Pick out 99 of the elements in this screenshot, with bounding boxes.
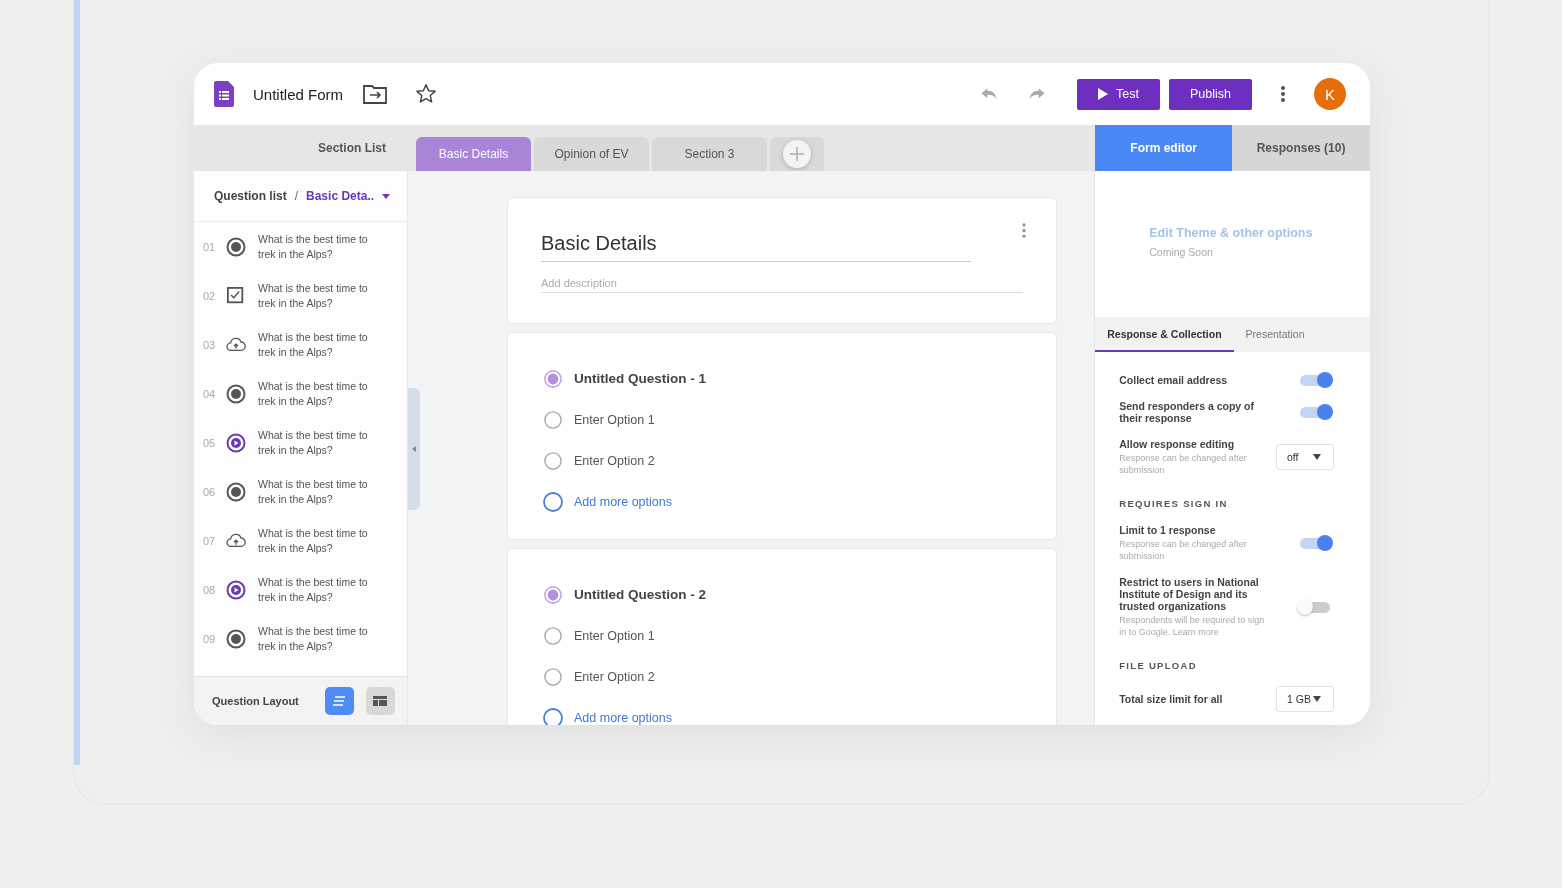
toggle-switch[interactable] (1300, 601, 1330, 613)
question-text: What is the best time to trek in the Alps? (258, 525, 369, 556)
list-layout-button[interactable] (324, 687, 354, 715)
test-button[interactable]: Test (1077, 78, 1160, 110)
publish-button[interactable]: Publish (1169, 78, 1252, 110)
radio-icon (543, 369, 563, 388)
add-options-link[interactable]: Add more options (574, 710, 672, 725)
dropdown[interactable]: 1 GB (1276, 686, 1334, 712)
more-icon[interactable] (1281, 86, 1285, 102)
coming-soon-note: Coming Soon (1149, 246, 1214, 258)
plus-icon (783, 140, 811, 168)
radio-icon (226, 628, 246, 649)
section-dropdown[interactable]: Basic Deta.. (306, 189, 375, 203)
question-title[interactable]: Untitled Question - 1 (574, 371, 706, 386)
caret-icon (1313, 454, 1321, 460)
question-text: What is the best time to trek in the Alps? (258, 623, 369, 654)
question-number: 05 (203, 436, 217, 449)
question-item[interactable]: 08 What is the best time to trek in the Alps? (194, 565, 407, 614)
question-list-title: Question list (214, 189, 287, 203)
radio-icon[interactable] (543, 626, 563, 645)
setting-label: Collect email address (1119, 374, 1229, 386)
caret-icon[interactable] (382, 193, 391, 199)
add-section-tab[interactable] (770, 137, 824, 171)
question-text: What is the best time to trek in the Alps? (258, 280, 369, 311)
question-number: 07 (203, 534, 217, 547)
question-title[interactable]: Untitled Question - 2 (574, 587, 706, 602)
setting-label: Limit to 1 response (1119, 524, 1217, 536)
question-text: What is the best time to trek in the Alps? (258, 427, 369, 458)
setting-label: Allow response editing (1119, 438, 1236, 450)
option-text[interactable]: Enter Option 1 (574, 628, 655, 643)
question-number: 01 (203, 240, 217, 253)
section-list-label: Section List (317, 141, 386, 155)
question-number: 02 (203, 289, 217, 302)
question-text: What is the best time to trek in the Alps? (258, 574, 369, 605)
question-item[interactable]: 07 What is the best time to trek in the Alps? (194, 516, 407, 565)
setting-hint: Response can be changed after submission (1119, 452, 1248, 476)
setting-hint: Respondents will be required to sign in to Google. Learn more (1119, 614, 1266, 638)
section-tab[interactable]: Section 3 (652, 137, 767, 171)
option-text[interactable]: Enter Option 2 (574, 669, 655, 684)
cloud-upload-icon (226, 533, 246, 548)
list-icon (332, 696, 347, 706)
form-title[interactable]: Untitled Form (253, 85, 344, 103)
caret-icon (1313, 696, 1321, 702)
move-to-folder-icon[interactable] (363, 84, 388, 104)
radio-icon (226, 236, 246, 257)
card-layout-button[interactable] (365, 687, 395, 715)
question-number: 03 (203, 338, 217, 351)
toggle-switch[interactable] (1300, 374, 1330, 386)
option-text[interactable]: Enter Option 1 (574, 412, 655, 427)
radio-icon (543, 707, 563, 725)
collapse-handle[interactable] (408, 388, 420, 510)
breadcrumb-separator: / (294, 189, 299, 203)
question-number: 04 (203, 387, 217, 400)
toggle-switch[interactable] (1300, 406, 1330, 418)
question-item[interactable]: 09 What is the best time to trek in the Alps? (194, 614, 407, 663)
settings-heading: REQUIRES SIGN IN (1119, 498, 1229, 509)
question-number: 08 (203, 583, 217, 596)
radio-icon[interactable] (543, 451, 563, 470)
layout-icon (373, 696, 388, 706)
play-circle-icon (226, 432, 246, 453)
question-text: What is the best time to trek in the Alps? (258, 476, 369, 507)
question-number: 06 (203, 485, 217, 498)
setting-hint: Response can be changed after submission (1119, 538, 1248, 562)
question-number: 09 (203, 632, 217, 645)
radio-icon[interactable] (543, 667, 563, 686)
question-text: What is the best time to trek in the Alps? (258, 329, 369, 360)
question-item[interactable]: 06 What is the best time to trek in the Alps? (194, 467, 407, 516)
section-title-field[interactable]: Basic Details (541, 232, 971, 262)
question-item[interactable]: 02 What is the best time to trek in the Alps? (194, 271, 407, 320)
radio-icon[interactable] (543, 410, 563, 429)
play-circle-icon (226, 579, 246, 600)
settings-heading: FILE UPLOAD (1119, 660, 1198, 671)
radio-icon (226, 481, 246, 502)
cloud-upload-icon (226, 337, 246, 352)
radio-icon (226, 383, 246, 404)
play-icon (1098, 88, 1109, 100)
option-text[interactable]: Enter Option 2 (574, 453, 655, 468)
radio-icon (543, 491, 563, 512)
section-tab[interactable]: Opinion of EV (534, 137, 649, 171)
toggle-switch[interactable] (1300, 537, 1330, 549)
setting-label: Restrict to users in National Institute of Design and its trusted organizations (1119, 576, 1260, 612)
question-item[interactable]: 05 What is the best time to trek in the Alps? (194, 418, 407, 467)
star-icon[interactable] (415, 83, 438, 105)
panel-tab[interactable]: Responses (10) (1232, 125, 1370, 171)
add-options-link[interactable]: Add more options (574, 494, 672, 509)
checkbox-icon (226, 286, 246, 305)
radio-icon (543, 585, 563, 604)
setting-label: Send responders a copy of their response (1119, 400, 1256, 424)
form-logo-icon (214, 81, 234, 107)
setting-label: Total size limit for all (1119, 693, 1224, 705)
settings-tab[interactable]: Presentation (1233, 317, 1317, 352)
question-text: What is the best time to trek in the Alps? (258, 231, 369, 262)
question-item[interactable]: 04 What is the best time to trek in the Alps? (194, 369, 407, 418)
question-layout-label: Question Layout (212, 695, 299, 707)
settings-tab[interactable]: Response & Collection (1095, 317, 1234, 352)
question-text: What is the best time to trek in the Alps? (258, 378, 369, 409)
question-item[interactable]: 03 What is the best time to trek in the Alps? (194, 320, 407, 369)
question-item[interactable]: 01 What is the best time to trek in the Alps? (194, 222, 407, 271)
dropdown[interactable]: off (1276, 444, 1334, 470)
